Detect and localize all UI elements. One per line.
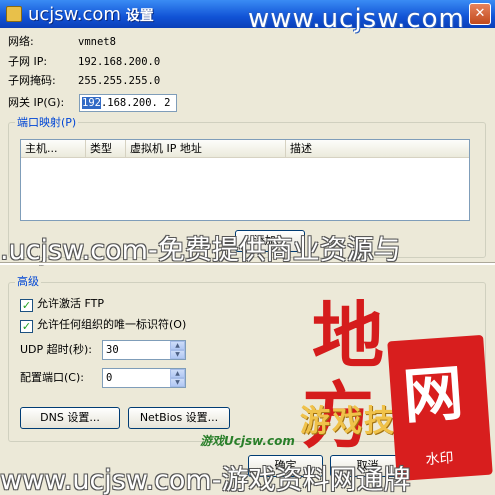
separator	[0, 262, 495, 265]
spin-up-icon[interactable]: ▲	[170, 369, 185, 378]
stamp-big-char-a: 地	[312, 293, 385, 378]
small-logo: 游戏Ucjsw.com	[200, 434, 295, 448]
gateway-ip-field[interactable]: 192.168.200. 2	[79, 94, 177, 112]
network-value: vmnet8	[78, 36, 116, 48]
title-text: 设置	[125, 8, 154, 24]
gateway-row: 网关 IP(G):	[8, 95, 78, 111]
allow-ftp-row[interactable]: ✓ 允许激活 FTP	[20, 296, 104, 312]
config-port-value: 0	[106, 372, 113, 384]
gateway-ip-rest: .168.200. 2	[100, 97, 171, 109]
gateway-ip-selected: 192	[82, 97, 101, 109]
udp-timeout-value: 30	[106, 344, 119, 356]
watermark-top: www.ucjsw.com	[248, 4, 465, 34]
config-port-row: 配置端口(C):	[20, 367, 84, 389]
network-label: 网络:	[8, 35, 34, 48]
title-watermark: ucjsw.com	[28, 4, 121, 25]
config-port-label: 配置端口(C):	[20, 371, 84, 384]
subnet-mask-row: 子网掩码: 255.255.255.0	[8, 73, 160, 89]
dns-settings-button[interactable]: DNS 设置...	[20, 407, 120, 429]
allow-ftp-checkbox[interactable]: ✓	[20, 299, 33, 312]
title-bar: ucjsw.com 设置 www.ucjsw.com ✕	[0, 0, 495, 34]
subnet-mask-label: 子网掩码:	[8, 74, 56, 87]
column-header-vm-ip[interactable]: 虚拟机 IP 地址	[126, 140, 286, 157]
port-forwarding-list[interactable]: 主机... 类型 虚拟机 IP 地址 描述	[20, 139, 470, 221]
close-button[interactable]: ✕	[469, 3, 491, 25]
subnet-ip-label: 子网 IP:	[8, 55, 48, 68]
subnet-ip-row: 子网 IP: 192.168.200.0	[8, 54, 160, 70]
advanced-title: 高级	[15, 275, 41, 289]
port-forwarding-title: 端口映射(P)	[15, 116, 79, 130]
config-port-stepper[interactable]: 0 ▲ ▼	[102, 368, 186, 388]
spin-down-icon[interactable]: ▼	[170, 350, 185, 359]
allow-oui-label: 允许任何组织的唯一标识符(O)	[37, 318, 187, 331]
check-icon: ✓	[21, 320, 32, 333]
column-header-host[interactable]: 主机...	[21, 140, 86, 157]
udp-timeout-label: UDP 超时(秒):	[20, 343, 92, 356]
udp-timeout-row: UDP 超时(秒):	[20, 339, 92, 361]
spin-up-icon[interactable]: ▲	[170, 341, 185, 350]
allow-oui-checkbox[interactable]: ✓	[20, 320, 33, 333]
stamp-box-char: 网	[400, 358, 466, 433]
stamp-char-1: 地	[312, 300, 384, 372]
gateway-label: 网关 IP(G):	[8, 96, 65, 109]
network-row: 网络: vmnet8	[8, 34, 116, 50]
subnet-mask-value: 255.255.255.0	[78, 75, 161, 87]
allow-oui-row[interactable]: ✓ 允许任何组织的唯一标识符(O)	[20, 317, 186, 333]
network-settings-icon	[6, 6, 22, 22]
column-header-description[interactable]: 描述	[286, 140, 469, 157]
netbios-settings-button[interactable]: NetBios 设置...	[128, 407, 230, 429]
spin-down-icon[interactable]: ▼	[170, 378, 185, 387]
udp-timeout-stepper[interactable]: 30 ▲ ▼	[102, 340, 186, 360]
allow-ftp-label: 允许激活 FTP	[37, 297, 104, 310]
subnet-ip-value: 192.168.200.0	[78, 56, 161, 68]
close-icon: ✕	[474, 6, 486, 21]
list-header: 主机... 类型 虚拟机 IP 地址 描述	[21, 140, 469, 158]
column-header-type[interactable]: 类型	[86, 140, 126, 157]
window-title: ucjsw.com 设置	[28, 4, 154, 25]
watermark-bottom: www.ucjsw.com-游戏资料网通牌	[0, 465, 411, 495]
check-icon: ✓	[21, 299, 32, 312]
